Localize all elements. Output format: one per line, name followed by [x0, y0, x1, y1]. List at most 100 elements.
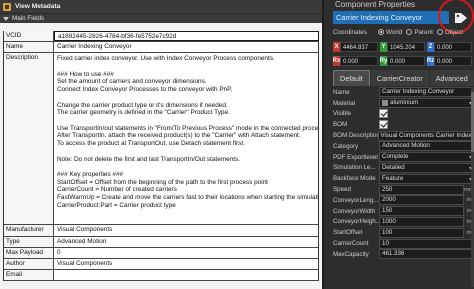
- property-dropdown[interactable]: Detailed: [379, 162, 474, 173]
- field-value[interactable]: Advanced Motion: [54, 236, 319, 247]
- metadata-row-name[interactable]: Name Carrier Indexing Conveyor: [4, 42, 319, 54]
- metadata-row-vcid[interactable]: VCID a1892445-2826-4784-bf36-fe5752e7c92…: [4, 31, 319, 43]
- pos-x-input[interactable]: 4464.837: [340, 42, 378, 52]
- rot-rx-input[interactable]: 0.000: [340, 56, 378, 66]
- main-fields-header[interactable]: Main Fields: [0, 13, 322, 23]
- property-label: Category: [333, 142, 359, 150]
- property-dropdown[interactable]: Feature: [379, 173, 474, 184]
- pos-x-cell: X 4464.837: [333, 42, 378, 52]
- property-input[interactable]: 2000: [379, 195, 464, 206]
- property-input[interactable]: 461.336: [379, 249, 474, 260]
- radio-dot-icon: [378, 29, 384, 35]
- property-label: CarrierCount: [333, 240, 369, 248]
- property-input[interactable]: Visual Components Carrier Indexir: [377, 130, 474, 141]
- field-value[interactable]: 0: [54, 247, 319, 258]
- rot-rz-input[interactable]: 0.000: [434, 56, 472, 66]
- tab-advanced[interactable]: Advanced: [429, 70, 474, 86]
- checkbox-checked-icon[interactable]: [379, 120, 388, 130]
- property-value: Complete: [379, 152, 474, 163]
- property-input[interactable]: 10: [379, 238, 474, 249]
- property-row-conveyorleng: ConveyorLeng...2000mm: [333, 195, 474, 206]
- metadata-row-description[interactable]: Description Fixed carrier index conveyor…: [4, 53, 319, 226]
- property-input[interactable]: Advanced Motion: [379, 141, 474, 152]
- property-tabs: Default CarrierCreator Advanced: [333, 70, 474, 86]
- property-value: Detailed: [379, 162, 474, 173]
- property-dropdown[interactable]: aluminium: [379, 98, 474, 109]
- property-row-pdf-exportlevel: PDF Exportlevel Complete: [333, 152, 474, 163]
- metadata-row-author[interactable]: Author Visual Components: [4, 258, 319, 271]
- radio-label: Parent: [414, 28, 433, 36]
- property-row-carriercount: CarrierCount 10: [333, 238, 474, 249]
- tab-carriercreator[interactable]: CarrierCreator: [370, 70, 429, 86]
- property-label: Name: [333, 88, 350, 96]
- section-title: Main Fields: [12, 15, 45, 22]
- property-row-name: Name Carrier Indexing Conveyor: [333, 87, 474, 98]
- rotation-fields: Rx 0.000 Ry 0.000 Rz 0.000: [333, 56, 474, 66]
- metadata-title-bar[interactable]: View Metadata: [0, 0, 322, 13]
- property-list: Name Carrier Indexing Conveyor Material alu…: [333, 87, 474, 260]
- property-input[interactable]: 150: [379, 206, 464, 217]
- property-value: 100mm: [379, 227, 474, 238]
- component-properties-panel: Component Properties Carrier Indexing Co…: [322, 0, 474, 289]
- property-value-text: aluminium: [390, 99, 419, 107]
- tag-button[interactable]: [451, 10, 471, 26]
- pos-z-input[interactable]: 0.000: [434, 42, 472, 52]
- field-value[interactable]: Visual Components: [54, 258, 319, 270]
- property-value-text: 100: [382, 228, 393, 236]
- property-value: Feature: [379, 173, 474, 184]
- field-value[interactable]: Visual Components: [54, 225, 319, 236]
- property-row-bom: BOM: [333, 119, 474, 130]
- axis-label: X: [333, 42, 340, 52]
- collapse-triangle-icon[interactable]: [3, 16, 9, 21]
- property-value: Visual Components Carrier Indexir: [377, 130, 474, 141]
- metadata-row-max-payload[interactable]: Max Payload 0: [4, 247, 319, 259]
- property-label: Visible: [333, 110, 352, 118]
- property-input[interactable]: Carrier Indexing Conveyor: [379, 87, 474, 98]
- property-value-text: 150: [382, 207, 393, 215]
- property-value-text: Feature: [382, 174, 404, 182]
- radio-world[interactable]: World: [378, 29, 402, 36]
- property-input[interactable]: 250: [379, 184, 464, 195]
- property-value: [379, 120, 474, 130]
- property-value: Advanced Motion: [379, 141, 474, 152]
- pos-z-cell: Z 0.000: [427, 42, 472, 52]
- property-row-speed: Speed 250mm/s: [333, 184, 474, 195]
- field-value[interactable]: Carrier Indexing Conveyor: [54, 42, 319, 53]
- property-value: [379, 109, 474, 119]
- pos-y-input[interactable]: 1045.204: [387, 42, 425, 52]
- view-metadata-window: View Metadata Main Fields VCID a1892445-…: [0, 0, 322, 289]
- field-value[interactable]: Fixed carrier index conveyor. Use with I…: [54, 53, 319, 225]
- axis-label: Y: [380, 42, 387, 52]
- axis-label: Rx: [332, 56, 341, 66]
- radio-parent[interactable]: Parent: [406, 29, 433, 36]
- property-label: Backface Mode: [333, 175, 376, 183]
- rot-rz-cell: Rz 0.000: [427, 56, 472, 66]
- property-value-text: 2000: [382, 196, 396, 204]
- property-input[interactable]: 100: [379, 227, 464, 238]
- coordinates-label: Coordinates: [333, 28, 367, 36]
- property-label: ConveyorWidth: [333, 207, 376, 215]
- property-label: MaxCapacity: [333, 250, 369, 258]
- component-name-field[interactable]: Carrier Indexing Conveyor: [333, 11, 449, 24]
- property-value-text: Complete: [382, 153, 409, 161]
- position-fields: X 4464.837 Y 1045.204 Z 0.000: [333, 42, 474, 52]
- property-label: ConveyorLeng...: [333, 196, 379, 204]
- property-row-material: Material aluminium: [333, 98, 474, 109]
- property-input[interactable]: 1000: [379, 216, 464, 227]
- metadata-row-manufacturer[interactable]: Manufacturer Visual Components: [4, 225, 319, 237]
- tab-default[interactable]: Default: [333, 70, 370, 86]
- property-dropdown[interactable]: Complete: [379, 152, 474, 163]
- property-value: 461.336: [379, 249, 474, 260]
- field-key: Name: [4, 42, 54, 53]
- property-label: BOM: [333, 121, 348, 129]
- field-value[interactable]: [54, 270, 319, 281]
- checkbox-checked-icon[interactable]: [379, 109, 388, 119]
- metadata-row-type[interactable]: Type Advanced Motion: [4, 236, 319, 248]
- radio-object[interactable]: Object: [436, 29, 463, 36]
- property-value: 250mm/s: [379, 184, 474, 195]
- property-value-text: 250: [382, 185, 393, 193]
- metadata-row-email[interactable]: Email: [4, 270, 319, 282]
- property-row-visible: Visible: [333, 109, 474, 120]
- field-value[interactable]: a1892445-2826-4784-bf36-fe5752e7c92d: [54, 31, 319, 42]
- rot-ry-input[interactable]: 0.000: [387, 56, 425, 66]
